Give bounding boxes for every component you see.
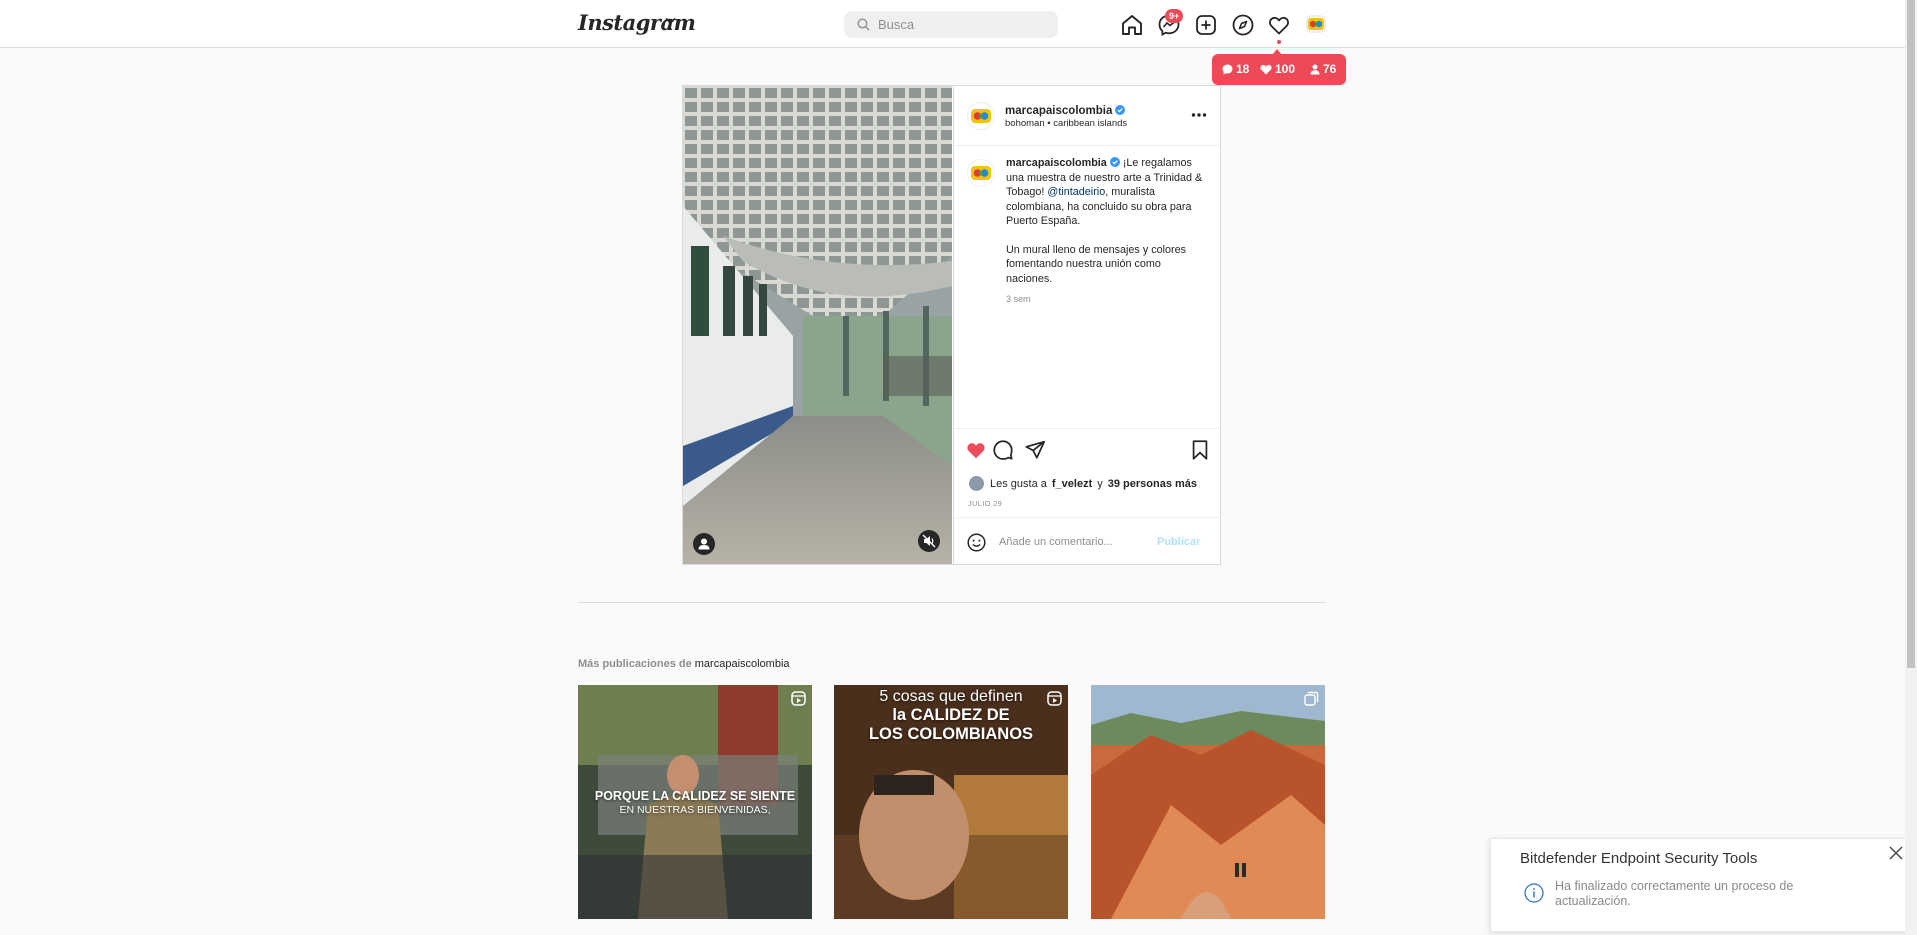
save-bookmark-icon[interactable] (1189, 439, 1211, 461)
reel-icon (1047, 691, 1062, 706)
grid-post-3[interactable] (1091, 685, 1325, 919)
info-icon (1524, 883, 1544, 903)
profile-avatar[interactable] (1306, 14, 1326, 34)
post-actions: Les gusta a f_velezt y 39 personas más J… (954, 428, 1221, 565)
caption-username[interactable]: marcapaiscolombia (1006, 157, 1107, 169)
thumb-1-text-line1: PORQUE LA CALIDEZ SE SIENTE (594, 789, 796, 803)
mute-button[interactable] (918, 530, 940, 552)
likes-summary: Les gusta a f_velezt y 39 personas más (968, 475, 1197, 492)
likes-count: 100 (1260, 62, 1295, 76)
caption-time[interactable]: 3 sem (1006, 292, 1206, 307)
post-header: marcapaiscolombia bohoman • caribbean is… (954, 86, 1221, 146)
thumb-2-text-line1: 5 cosas que definen (879, 688, 1023, 705)
page-scrollbar[interactable] (1905, 0, 1917, 935)
author-username[interactable]: marcapaiscolombia (1005, 105, 1112, 117)
likes-others-link[interactable]: 39 personas más (1108, 478, 1197, 490)
emoji-icon[interactable] (967, 533, 986, 552)
thumb-2-text-line2: la CALIDEZ DE (892, 706, 1010, 724)
post-thumbnail (1091, 685, 1325, 919)
caption-mention-link[interactable]: @tintadeirio (1047, 186, 1105, 198)
top-navbar: Instagram 9+ (0, 0, 1905, 48)
chevron-down-icon[interactable] (665, 17, 676, 25)
liker-avatar[interactable] (968, 475, 985, 492)
comment-input[interactable] (999, 532, 1139, 552)
likes-and: y (1097, 477, 1103, 490)
post-caption: marcapaiscolombia ¡Le regalamos una mues… (1006, 156, 1206, 307)
search-icon (857, 18, 870, 31)
grid-post-1[interactable]: PORQUE LA CALIDEZ SE SIENTE EN NUESTRAS … (578, 685, 812, 919)
verified-badge-icon (1109, 157, 1120, 167)
add-comment-bar: Publicar (954, 517, 1221, 566)
post-location[interactable]: bohoman • caribbean islands (1005, 118, 1127, 129)
post-date[interactable]: JULIO 29 (968, 499, 1002, 508)
liker-username[interactable]: f_velezt (1052, 478, 1092, 490)
more-options-icon[interactable] (1191, 112, 1207, 118)
followers-count: 76 (1310, 62, 1336, 76)
tagged-users-button[interactable] (693, 533, 715, 555)
security-notification-toast: Bitdefender Endpoint Security Tools Ha f… (1490, 838, 1917, 932)
explore-icon[interactable] (1231, 13, 1255, 37)
scrollbar-thumb[interactable] (1907, 0, 1915, 668)
grid-post-2[interactable]: 5 cosas que definen la CALIDEZ DE LOS CO… (834, 685, 1068, 919)
heart-icon (1260, 64, 1272, 74)
caption-avatar[interactable] (967, 159, 995, 187)
toast-title: Bitdefender Endpoint Security Tools (1520, 850, 1758, 867)
close-icon[interactable] (1889, 846, 1903, 860)
search-input[interactable] (878, 11, 1048, 38)
search-box[interactable] (844, 11, 1058, 38)
instagram-logo[interactable]: Instagram (578, 10, 696, 35)
share-icon[interactable] (1024, 439, 1046, 461)
publish-button[interactable]: Publicar (1157, 536, 1200, 548)
home-icon[interactable] (1120, 13, 1144, 37)
thumb-2-text-line3: LOS COLOMBIANOS (868, 725, 1034, 743)
more-posts-user-link[interactable]: marcapaiscolombia (695, 658, 790, 670)
thumb-1-text-line2: EN NUESTRAS BIENVENIDAS, (619, 804, 771, 816)
person-icon (1310, 64, 1320, 74)
post-card: marcapaiscolombia bohoman • caribbean is… (682, 85, 1221, 565)
like-heart-icon[interactable] (965, 439, 987, 461)
activity-heart-icon[interactable] (1267, 13, 1291, 37)
more-posts-heading: Más publicaciones de marcapaiscolombia (578, 658, 790, 670)
person-icon (698, 538, 710, 550)
messages-badge: 9+ (1165, 9, 1184, 23)
speaker-muted-icon (922, 534, 936, 548)
carousel-icon (1304, 691, 1319, 706)
author-name-row: marcapaiscolombia (1005, 101, 1126, 119)
notifications-popup[interactable]: 18 100 76 (1212, 49, 1346, 85)
new-post-icon[interactable] (1194, 13, 1218, 37)
caption-body: marcapaiscolombia ¡Le regalamos una mues… (1006, 156, 1206, 229)
notification-dot (1277, 40, 1281, 44)
post-sidebar: marcapaiscolombia bohoman • caribbean is… (953, 86, 1221, 564)
comment-bubble-icon (1222, 64, 1233, 74)
video-frame (683, 86, 952, 564)
post-video[interactable] (683, 86, 952, 564)
likes-prefix: Les gusta a (990, 477, 1047, 490)
toast-message: Ha finalizado correctamente un proceso d… (1555, 879, 1794, 908)
verified-badge-icon (1115, 105, 1126, 115)
author-avatar[interactable] (967, 102, 995, 130)
caption-paragraph: Un mural lleno de mensajes y colores fom… (1006, 243, 1187, 285)
comment-icon[interactable] (992, 439, 1014, 461)
comments-count: 18 (1222, 62, 1249, 76)
section-divider (578, 602, 1326, 603)
reel-icon (791, 691, 806, 706)
